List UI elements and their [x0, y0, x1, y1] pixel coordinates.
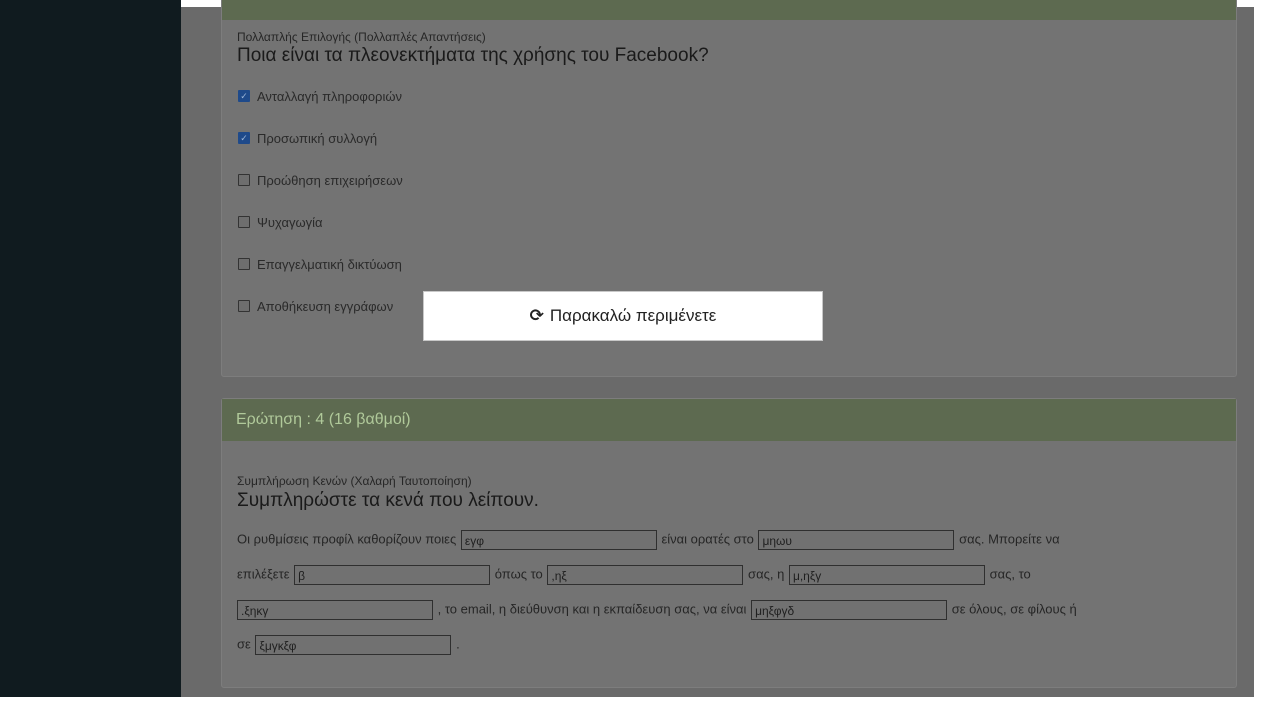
fill-line-3: .ξηκγ , το email, η διεύθυνση και η εκπα…: [237, 600, 1077, 620]
question-4-panel: Ερώτηση : 4 (16 βαθμοί) Συμπλήρωση Κενών…: [221, 398, 1237, 688]
blank-input[interactable]: μηωυ: [758, 530, 955, 550]
option-label: Ανταλλαγή πληροφοριών: [257, 88, 402, 104]
blank-input[interactable]: εγφ: [460, 530, 657, 550]
question-4-header: Ερώτηση : 4 (16 βαθμοί): [222, 399, 1236, 441]
fill-text: σε: [237, 636, 251, 652]
question-3-header: [222, 0, 1236, 20]
option-item[interactable]: Επαγγελματική δικτύωση: [238, 254, 402, 274]
checkbox[interactable]: [238, 258, 250, 270]
fill-text: , το email, η διεύθυνση και η εκπαίδευση…: [437, 601, 747, 617]
option-item[interactable]: Αποθήκευση εγγράφων: [238, 296, 393, 316]
option-label: Αποθήκευση εγγράφων: [257, 298, 394, 314]
fill-text: .: [456, 636, 460, 652]
option-item[interactable]: Ψυχαγωγία: [238, 212, 323, 232]
fill-text: επιλέξετε: [237, 566, 290, 582]
fill-text: Οι ρυθμίσεις προφίλ καθορίζουν ποιες: [237, 531, 457, 547]
checkbox[interactable]: [238, 174, 250, 186]
fill-line-4: σε ξμγκξφ .: [237, 635, 460, 655]
option-label: Επαγγελματική δικτύωση: [257, 256, 402, 272]
loading-message: Παρακαλώ περιμένετε: [549, 306, 717, 325]
question-type-label: Πολλαπλής Επιλογής (Πολλαπλές Απαντήσεις…: [237, 30, 486, 44]
fill-text: σε όλους, σε φίλους ή: [951, 601, 1077, 617]
checkbox[interactable]: [238, 300, 250, 312]
question-type-label: Συμπλήρωση Κενών (Χαλαρή Ταυτοποίηση): [237, 474, 472, 488]
fill-text: όπως το: [494, 566, 543, 582]
blank-input[interactable]: .ξηκγ: [237, 600, 433, 620]
fill-text: σας, το: [989, 566, 1031, 582]
viewport-edge-right: [1254, 0, 1261, 704]
fill-text: είναι ορατές στο: [661, 531, 754, 547]
main-content: Πολλαπλής Επιλογής (Πολλαπλές Απαντήσεις…: [181, 0, 1254, 697]
blank-input[interactable]: ,ηξ: [547, 565, 744, 585]
blank-input[interactable]: ξμγκξφ: [255, 635, 452, 655]
fill-text: σας, η: [748, 566, 785, 582]
question-text: Συμπληρώστε τα κενά που λείπουν.: [237, 490, 539, 511]
viewport-edge-bottom: [0, 697, 1261, 704]
loading-dialog: ⟳ Παρακαλώ περιμένετε: [423, 291, 823, 341]
checkbox-checked[interactable]: ✓: [238, 132, 250, 144]
refresh-icon: ⟳: [529, 306, 544, 325]
fill-line-2: επιλέξετε β όπως το ,ηξ σας, η μ,ηξγ σας…: [237, 565, 1031, 585]
option-item[interactable]: ✓ Προσωπική συλλογή: [238, 128, 377, 148]
fill-line-1: Οι ρυθμίσεις προφίλ καθορίζουν ποιες εγφ…: [237, 530, 1060, 550]
sidebar: [0, 0, 181, 704]
fill-text: σας. Μπορείτε να: [959, 531, 1060, 547]
blank-input[interactable]: β: [294, 565, 491, 585]
checkbox-checked[interactable]: ✓: [238, 90, 250, 102]
checkbox[interactable]: [238, 216, 250, 228]
option-item[interactable]: Προώθηση επιχειρήσεων: [238, 170, 403, 190]
blank-input[interactable]: μηξφγδ: [751, 600, 948, 620]
option-label: Ψυχαγωγία: [257, 214, 323, 230]
option-item[interactable]: ✓ Ανταλλαγή πληροφοριών: [238, 86, 402, 106]
blank-input[interactable]: μ,ηξγ: [788, 565, 985, 585]
option-label: Προσωπική συλλογή: [257, 130, 378, 146]
option-label: Προώθηση επιχειρήσεων: [257, 172, 403, 188]
question-text: Ποια είναι τα πλεονεκτήματα της χρήσης τ…: [237, 45, 709, 66]
